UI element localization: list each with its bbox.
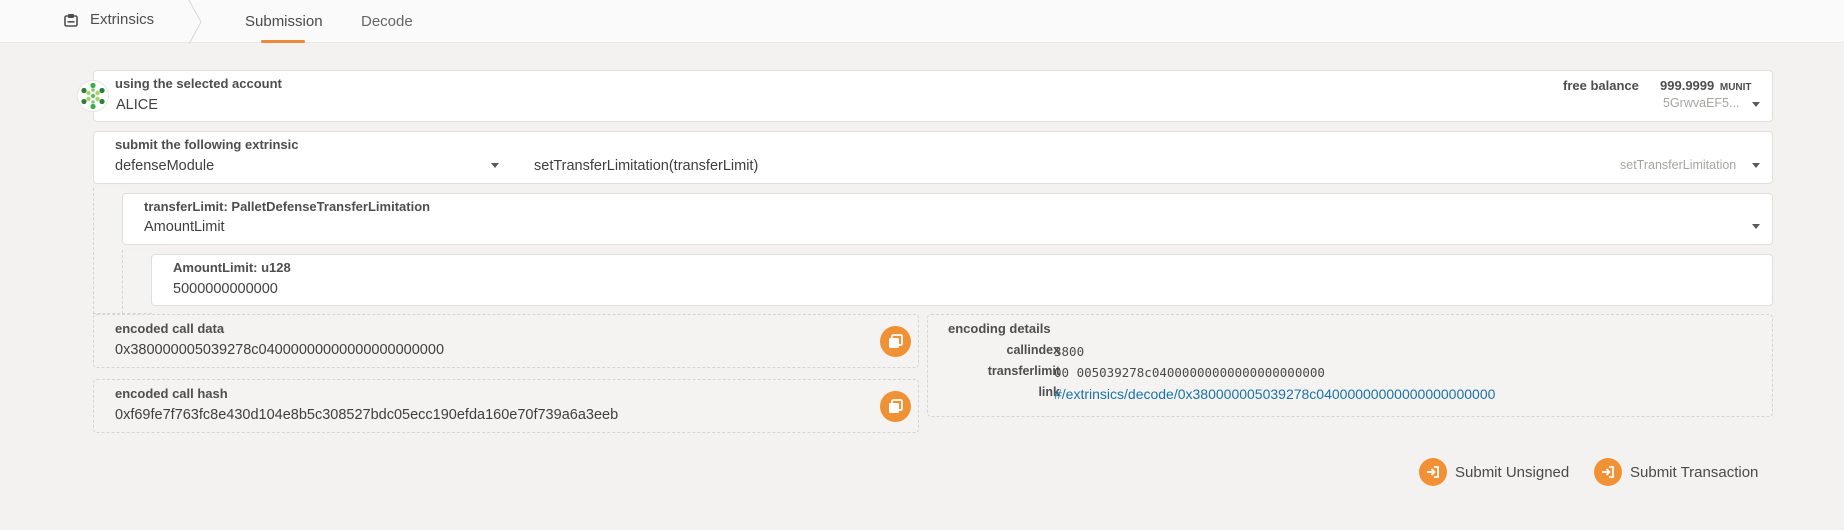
- copy-call-hash-button[interactable]: [880, 391, 911, 422]
- balance-int: 999.: [1660, 78, 1686, 93]
- transfer-limit-select[interactable]: transferLimit: PalletDefenseTransferLimi…: [122, 193, 1773, 245]
- tab-submission-label: Submission: [245, 13, 323, 30]
- call-dropdown-chevron-icon[interactable]: [1752, 163, 1760, 168]
- free-balance-label: free balance: [1563, 78, 1639, 93]
- encoded-call-data-value: 0x380000005039278c0400000000000000000000…: [115, 342, 445, 358]
- transfer-limit-dropdown-chevron-icon[interactable]: [1752, 224, 1760, 229]
- callindex-label: callindex: [1006, 343, 1061, 357]
- extrinsics-icon: [64, 13, 78, 27]
- submit-transaction-button[interactable]: Submit Transaction: [1594, 458, 1758, 486]
- balance-dec: 9999: [1685, 78, 1715, 93]
- amount-limit-input[interactable]: AmountLimit: u128 5000000000000: [151, 254, 1773, 306]
- account-identicon-icon: [77, 80, 109, 112]
- top-bar: Extrinsics Submission Decode: [0, 0, 1844, 44]
- submit-unsigned-icon: [1419, 458, 1447, 486]
- submit-unsigned-button[interactable]: Submit Unsigned: [1419, 458, 1569, 486]
- account-value: ALICE: [116, 97, 158, 113]
- amount-limit-label: AmountLimit: u128: [173, 260, 291, 275]
- params-group: [93, 188, 125, 314]
- amount-limit-value[interactable]: 5000000000000: [173, 281, 278, 297]
- encoded-call-hash-box: encoded call hash 0xf69fe7f763fc8e430d10…: [93, 379, 919, 433]
- submit-unsigned-label: Submit Unsigned: [1455, 463, 1570, 481]
- encoded-call-data-box: encoded call data 0x380000005039278c0400…: [93, 314, 919, 368]
- module-select[interactable]: defenseModule: [115, 158, 214, 174]
- account-label: using the selected account: [115, 76, 282, 91]
- account-dropdown-chevron-icon[interactable]: [1752, 102, 1760, 107]
- encoded-call-data-label: encoded call data: [115, 321, 225, 336]
- encoded-call-hash-label: encoded call hash: [115, 386, 228, 401]
- balance-value: 999.9999 MUNIT: [1660, 78, 1752, 93]
- account-address: 5GrwvaEF5...: [1663, 96, 1740, 110]
- breadcrumb-chevron-icon: [188, 0, 202, 44]
- transferlimit-label: transferlimit: [987, 364, 1060, 378]
- call-select[interactable]: setTransferLimitation(transferLimit): [534, 158, 758, 174]
- encoded-call-hash-value: 0xf69fe7f763fc8e430d104e8b5c308527bdc05e…: [115, 407, 619, 423]
- module-dropdown-chevron-icon[interactable]: [491, 163, 499, 168]
- transfer-limit-value: AmountLimit: [144, 219, 225, 235]
- transfer-limit-label: transferLimit: PalletDefenseTransferLimi…: [144, 199, 431, 214]
- balance-unit: MUNIT: [1719, 82, 1752, 93]
- extrinsic-label: submit the following extrinsic: [115, 137, 299, 152]
- encoding-details-box: encoding details callindex 3800 transfer…: [927, 314, 1773, 417]
- app-section: Extrinsics: [64, 0, 154, 43]
- encoding-details-title: encoding details: [948, 321, 1051, 336]
- tab-decode-label: Decode: [361, 13, 413, 30]
- account-selector[interactable]: using the selected account ALICE free ba…: [93, 70, 1773, 122]
- subparams-group: [122, 250, 152, 314]
- transferlimit-value: 00 005039278c04000000000000000000000: [1054, 365, 1325, 380]
- tab-submission[interactable]: Submission: [245, 0, 323, 43]
- sign-in-icon: [1602, 466, 1614, 478]
- copy-call-data-button[interactable]: [880, 326, 911, 357]
- tab-decode[interactable]: Decode: [361, 0, 413, 43]
- submit-transaction-label: Submit Transaction: [1630, 463, 1759, 481]
- callindex-value: 3800: [1054, 344, 1085, 359]
- decode-link[interactable]: #/extrinsics/decode/0x380000005039278c04…: [1054, 386, 1495, 402]
- extrinsic-selector: submit the following extrinsic defenseMo…: [93, 131, 1773, 184]
- submit-transaction-icon: [1594, 458, 1622, 486]
- call-short-name: setTransferLimitation: [1620, 158, 1737, 172]
- copy-icon: [889, 399, 903, 413]
- copy-icon: [889, 334, 903, 348]
- sign-in-icon: [1427, 466, 1439, 478]
- app-title: Extrinsics: [90, 11, 155, 28]
